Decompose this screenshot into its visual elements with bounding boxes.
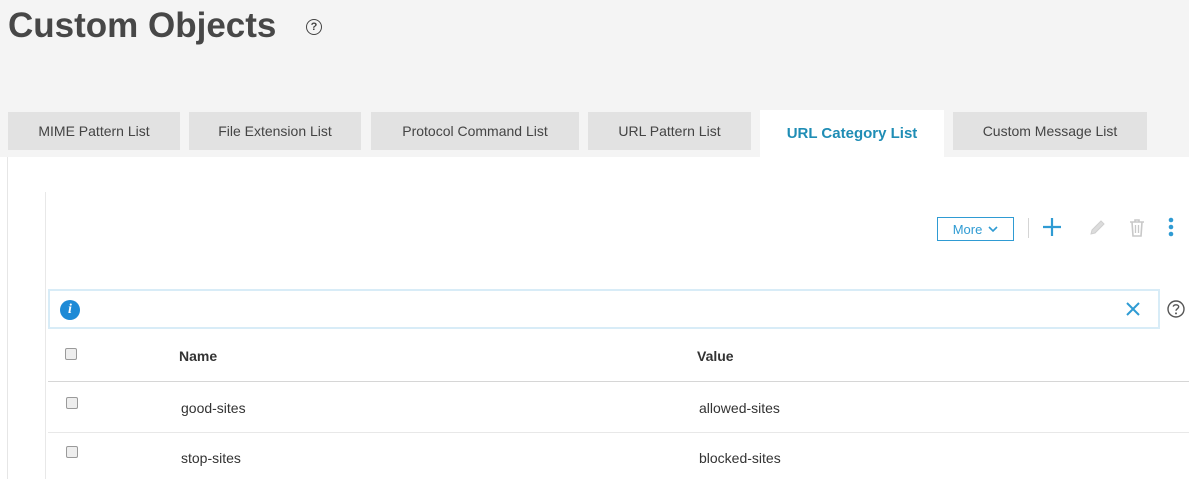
chevron-down-icon <box>988 225 998 232</box>
row-checkbox[interactable] <box>66 446 78 458</box>
tab-custom-message-list[interactable]: Custom Message List <box>953 112 1147 150</box>
select-all-checkbox[interactable] <box>65 348 77 360</box>
column-header-name[interactable]: Name <box>179 348 217 364</box>
tab-url-pattern-list[interactable]: URL Pattern List <box>588 112 751 150</box>
row-name-cell[interactable]: good-sites <box>181 400 246 416</box>
trash-icon[interactable] <box>1127 217 1147 239</box>
page-title: Custom Objects <box>8 6 277 45</box>
help-circle-icon[interactable] <box>1166 299 1186 319</box>
column-header-value[interactable]: Value <box>697 348 734 364</box>
more-dropdown-button[interactable]: More <box>937 217 1014 241</box>
content-left-border <box>7 157 8 479</box>
close-icon[interactable] <box>1124 300 1142 318</box>
list-panel <box>45 192 1189 479</box>
table-header-divider <box>48 381 1189 382</box>
pencil-icon[interactable] <box>1087 218 1107 238</box>
tab-protocol-command-list[interactable]: Protocol Command List <box>371 112 579 150</box>
info-icon: i <box>60 300 80 320</box>
row-value-cell: allowed-sites <box>699 400 780 416</box>
row-name-cell[interactable]: stop-sites <box>181 450 241 466</box>
toolbar-divider <box>1028 218 1029 238</box>
kebab-menu-icon[interactable] <box>1166 216 1176 238</box>
info-bar <box>48 289 1160 329</box>
help-icon[interactable]: ? <box>306 19 322 35</box>
row-checkbox[interactable] <box>66 397 78 409</box>
row-divider <box>48 432 1189 433</box>
tab-file-extension-list[interactable]: File Extension List <box>189 112 361 150</box>
panel-border <box>45 192 46 479</box>
row-value-cell: blocked-sites <box>699 450 781 466</box>
tab-url-category-list[interactable]: URL Category List <box>760 110 944 157</box>
plus-icon[interactable] <box>1041 216 1063 238</box>
more-label: More <box>952 221 983 237</box>
tab-mime-pattern-list[interactable]: MIME Pattern List <box>8 112 180 150</box>
